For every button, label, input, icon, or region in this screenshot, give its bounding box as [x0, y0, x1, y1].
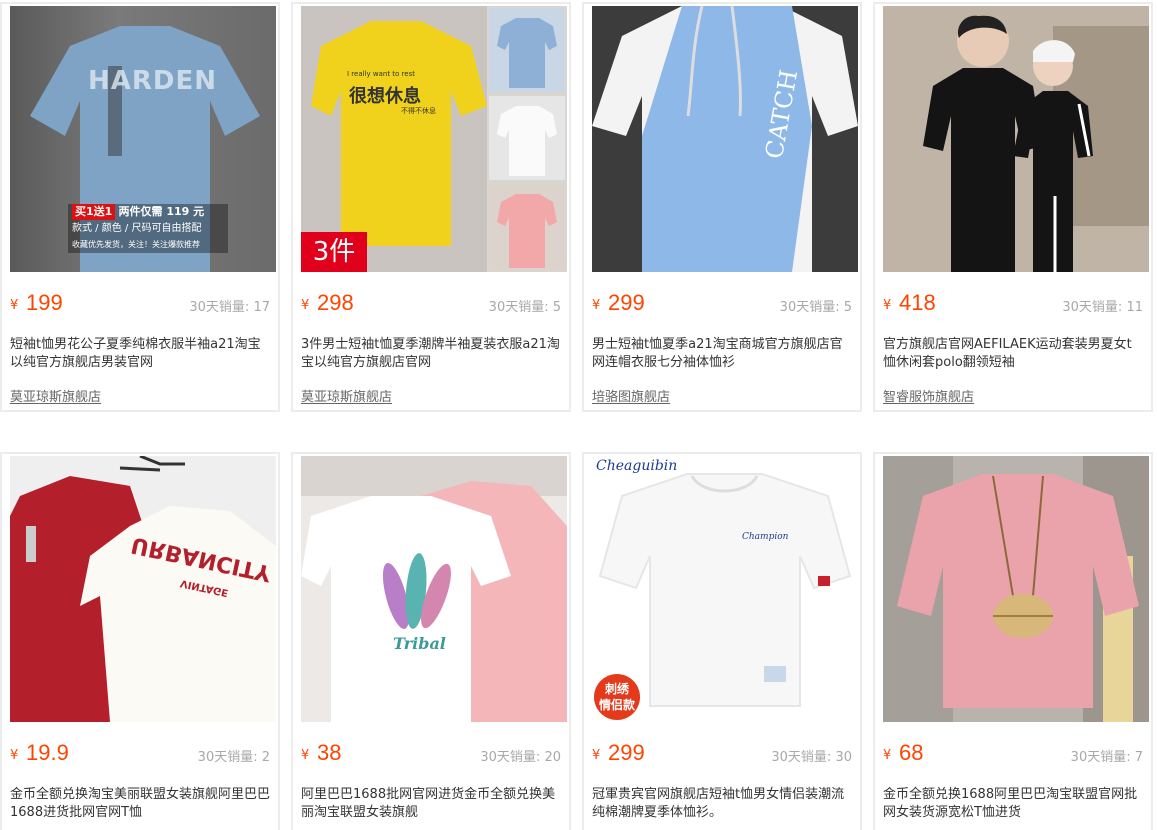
product-image[interactable]: HARDEN 买1送1 两件仅需 119 元 款式 / 颜色 / 尺码可自由搭配… — [10, 6, 276, 272]
currency-symbol: ¥ — [301, 298, 310, 313]
promo-line2: 款式 / 颜色 / 尺码可自由搭配 — [72, 223, 202, 234]
product-card[interactable]: Cheaguibin Champion 刺绣 情侣款 ¥ 299 30天销量: … — [582, 452, 862, 830]
product-price: 38 — [317, 740, 342, 765]
price-row: ¥ 68 30天销量: 7 — [883, 740, 1143, 770]
currency-symbol: ¥ — [883, 298, 892, 313]
currency-symbol: ¥ — [883, 748, 892, 763]
monthly-sales: 30天销量: 5 — [488, 300, 561, 315]
monthly-sales: 30天销量: 2 — [197, 750, 270, 765]
quantity-badge: 3件 — [301, 232, 367, 272]
promo-line3: 收藏优先发货，关注！关注爆款推荐 — [72, 240, 200, 249]
product-price: 418 — [899, 290, 936, 315]
shirt-small-text: I really want to rest — [347, 70, 415, 78]
product-card[interactable]: Tribal ¥ 38 30天销量: 20 阿里巴巴1688批网官网进货金币全额… — [291, 452, 571, 830]
promo-line1: 两件仅需 119 元 — [118, 205, 205, 218]
monthly-sales: 30天销量: 20 — [480, 750, 561, 765]
product-card[interactable]: ¥ 418 30天销量: 11 官方旗舰店官网AEFILAEK运动套装男夏女t恤… — [873, 2, 1153, 412]
brand-logo: Cheaguibin — [596, 458, 678, 474]
product-title[interactable]: 金币全额兑换1688阿里巴巴淘宝联盟官网批网女装货源宽松T恤进货 — [883, 786, 1143, 822]
product-title[interactable]: 冠軍贵宾官网旗舰店短袖t恤男女情侣装潮流纯棉潮牌夏季体恤衫。 — [592, 786, 852, 822]
promo-banner: 买1送1 两件仅需 119 元 款式 / 颜色 / 尺码可自由搭配 收藏优先发货… — [68, 204, 228, 253]
monthly-sales: 30天销量: 5 — [779, 300, 852, 315]
currency-symbol: ¥ — [10, 748, 19, 763]
shirt-print-text: HARDEN — [88, 66, 218, 96]
product-price: 299 — [608, 290, 645, 315]
chest-logo-text: Champion — [742, 532, 789, 542]
price-row: ¥ 199 30天销量: 17 — [10, 290, 270, 320]
shirt-print-text: 很想休息 — [349, 86, 421, 107]
monthly-sales: 30天销量: 7 — [1070, 750, 1143, 765]
product-image[interactable]: I really want to rest 很想休息 不得不休息 3件 — [301, 6, 567, 272]
price-row: ¥ 38 30天销量: 20 — [301, 740, 561, 770]
shirt-illustration — [592, 6, 858, 272]
product-image[interactable] — [883, 6, 1149, 272]
shop-link[interactable]: 莫亚琼斯旗舰店 — [301, 386, 561, 405]
currency-symbol: ¥ — [10, 298, 19, 313]
price-row: ¥ 298 30天销量: 5 — [301, 290, 561, 320]
product-price: 19.9 — [26, 740, 69, 765]
currency-symbol: ¥ — [592, 748, 601, 763]
product-price: 299 — [608, 740, 645, 765]
product-title[interactable]: 男士短袖t恤夏季a21淘宝商城官方旗舰店官网连帽衣服七分袖体恤衫 — [592, 336, 852, 372]
badge-line2: 情侣款 — [598, 698, 635, 712]
currency-symbol: ¥ — [592, 298, 601, 313]
product-title[interactable]: 金币全额兑换淘宝美丽联盟女装旗舰阿里巴巴1688进货批网官网T恤 — [10, 786, 270, 822]
product-image[interactable]: Tribal — [301, 456, 567, 722]
product-card[interactable]: URBANCITY VINTAGE ¥ 19.9 30天销量: 2 金币全额兑换… — [0, 452, 280, 830]
product-card[interactable]: CATCH ¥ 299 30天销量: 5 男士短袖t恤夏季a21淘宝商城官方旗舰… — [582, 2, 862, 412]
product-price: 298 — [317, 290, 354, 315]
product-card[interactable]: ¥ 68 30天销量: 7 金币全额兑换1688阿里巴巴淘宝联盟官网批网女装货源… — [873, 452, 1153, 830]
product-image[interactable] — [883, 456, 1149, 722]
product-title[interactable]: 官方旗舰店官网AEFILAEK运动套装男夏女t恤休闲套polo翻领短袖 — [883, 336, 1143, 372]
price-row: ¥ 299 30天销量: 5 — [592, 290, 852, 320]
couple-illustration — [883, 6, 1149, 272]
monthly-sales: 30天销量: 30 — [771, 750, 852, 765]
shop-link[interactable]: 智睿服饰旗舰店 — [883, 386, 1143, 405]
shirt-illustration — [301, 456, 567, 722]
monthly-sales: 30天销量: 17 — [189, 300, 270, 315]
product-card[interactable]: HARDEN 买1送1 两件仅需 119 元 款式 / 颜色 / 尺码可自由搭配… — [0, 2, 280, 412]
product-title[interactable]: 短袖t恤男花公子夏季纯棉衣服半袖a21淘宝以纯官方旗舰店男装官网 — [10, 336, 270, 372]
product-title[interactable]: 阿里巴巴1688批网官网进货金币全额兑换美丽淘宝联盟女装旗舰 — [301, 786, 561, 822]
shirt-print-text: Tribal — [393, 634, 446, 653]
shirt-illustration — [883, 456, 1149, 722]
embroidery-badge: 刺绣 情侣款 — [594, 674, 640, 720]
monthly-sales: 30天销量: 11 — [1062, 300, 1143, 315]
product-image[interactable]: CATCH — [592, 6, 858, 272]
price-row: ¥ 19.9 30天销量: 2 — [10, 740, 270, 770]
product-price: 68 — [899, 740, 924, 765]
product-price: 199 — [26, 290, 63, 315]
price-row: ¥ 418 30天销量: 11 — [883, 290, 1143, 320]
shop-link[interactable]: 莫亚琼斯旗舰店 — [10, 386, 270, 405]
product-image[interactable]: Cheaguibin Champion 刺绣 情侣款 — [592, 456, 858, 722]
shirt-illustration — [10, 456, 276, 722]
product-title[interactable]: 3件男士短袖t恤夏季潮牌半袖夏装衣服a21淘宝以纯官方旗舰店官网 — [301, 336, 561, 372]
shirt-sub-text: 不得不休息 — [401, 107, 436, 115]
product-image[interactable]: URBANCITY VINTAGE — [10, 456, 276, 722]
promo-highlight: 买1送1 — [72, 204, 116, 220]
currency-symbol: ¥ — [301, 748, 310, 763]
product-grid: HARDEN 买1送1 两件仅需 119 元 款式 / 颜色 / 尺码可自由搭配… — [0, 0, 1158, 830]
shop-link[interactable]: 培骆图旗舰店 — [592, 386, 852, 405]
product-card[interactable]: I really want to rest 很想休息 不得不休息 3件 ¥ 29… — [291, 2, 571, 412]
badge-line1: 刺绣 — [604, 682, 629, 696]
price-row: ¥ 299 30天销量: 30 — [592, 740, 852, 770]
